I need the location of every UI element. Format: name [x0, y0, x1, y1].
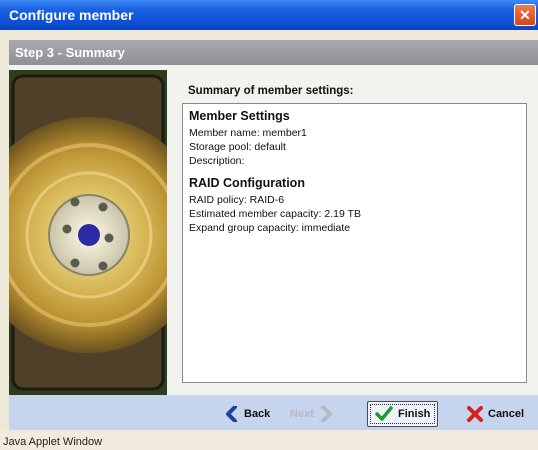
next-button[interactable]: Next [290, 403, 333, 425]
status-text: Java Applet Window [3, 436, 103, 448]
summary-label: Summary of member settings: [188, 85, 354, 97]
close-button[interactable]: ✕ [514, 4, 536, 26]
back-button[interactable]: Back [225, 403, 270, 425]
raid-configuration-heading: RAID Configuration [189, 176, 305, 190]
status-bar: Java Applet Window [0, 430, 538, 450]
expand-capacity-line: Expand group capacity: immediate [189, 222, 351, 234]
title-bar: Configure member ✕ [0, 0, 538, 30]
raid-policy-line: RAID policy: RAID-6 [189, 194, 285, 206]
finish-button[interactable]: Finish [367, 401, 439, 427]
close-icon: ✕ [519, 7, 531, 23]
member-settings-heading: Member Settings [189, 109, 290, 123]
x-mark-icon [467, 406, 483, 422]
step-title: Step 3 - Summary [15, 45, 125, 60]
checkmark-icon [375, 406, 393, 421]
chevron-right-icon [320, 406, 332, 422]
description-line: Description: [189, 155, 245, 167]
button-bar: Back Next Finish Cancel [9, 395, 538, 430]
window-title: Configure member [9, 7, 134, 23]
step-header: Step 3 - Summary [9, 40, 538, 65]
storage-pool-line: Storage pool: default [189, 141, 286, 153]
cancel-label: Cancel [488, 408, 525, 420]
cancel-button[interactable]: Cancel [467, 403, 524, 425]
next-label: Next [290, 408, 314, 420]
estimated-capacity-line: Estimated member capacity: 2.19 TB [189, 208, 361, 220]
summary-text-area: Member Settings Member name: member1 Sto… [182, 103, 527, 383]
back-label: Back [244, 408, 271, 420]
hard-disk-image [9, 70, 167, 395]
member-name-line: Member name: member1 [189, 127, 307, 139]
chevron-left-icon [226, 406, 237, 422]
finish-label: Finish [398, 408, 431, 420]
